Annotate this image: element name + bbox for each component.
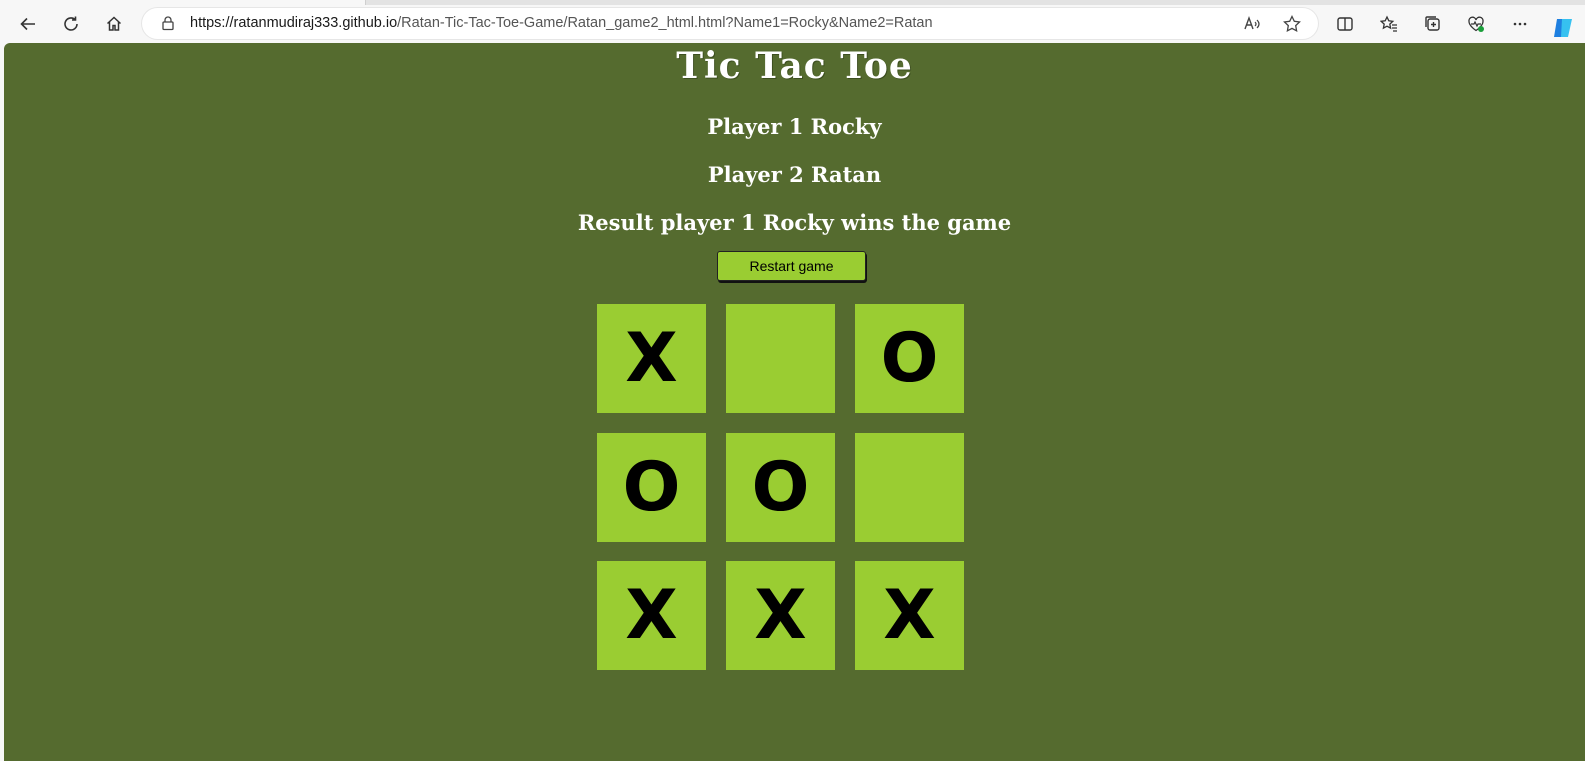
split-screen-icon <box>1337 17 1353 31</box>
settings-more-button[interactable] <box>1505 9 1535 39</box>
lock-icon[interactable] <box>160 15 176 31</box>
more-dots-icon <box>1513 22 1527 26</box>
board-cell-5[interactable]: O <box>726 433 835 542</box>
restart-game-button[interactable]: Restart game <box>717 251 866 281</box>
board-cell-7[interactable]: X <box>597 561 706 670</box>
back-arrow-icon <box>20 17 35 31</box>
url-path: /Ratan-Tic-Tac-Toe-Game/Ratan_game2_html… <box>397 15 933 31</box>
board-cell-2[interactable] <box>726 304 835 413</box>
split-screen-button[interactable] <box>1330 9 1360 39</box>
browser-toolbar: https://ratanmudiraj333.github.io/Ratan-… <box>0 5 1585 43</box>
board-cell-6[interactable] <box>855 433 964 542</box>
board-cell-9[interactable]: X <box>855 561 964 670</box>
board-cell-1[interactable]: X <box>597 304 706 413</box>
url-text[interactable]: https://ratanmudiraj333.github.io/Ratan-… <box>190 15 933 31</box>
board-cell-8[interactable]: X <box>726 561 835 670</box>
favorites-icon <box>1380 15 1397 32</box>
player1-label: Player 1 Rocky <box>707 114 882 139</box>
read-aloud-button[interactable] <box>1242 14 1262 34</box>
game-page: Tic Tac Toe Player 1 Rocky Player 2 Rata… <box>4 43 1585 761</box>
board-cell-4[interactable]: O <box>597 433 706 542</box>
player2-label: Player 2 Ratan <box>707 162 882 187</box>
browser-essentials-button[interactable] <box>1461 9 1491 39</box>
favorites-button[interactable] <box>1374 9 1404 39</box>
favorite-star-button[interactable] <box>1282 14 1302 34</box>
heart-pulse-icon <box>1468 16 1484 32</box>
star-icon <box>1283 14 1301 32</box>
back-button[interactable] <box>13 9 43 39</box>
home-icon <box>106 16 122 31</box>
read-aloud-icon <box>1244 15 1260 30</box>
copilot-icon[interactable] <box>1551 16 1575 40</box>
address-bar[interactable]: https://ratanmudiraj333.github.io/Ratan-… <box>142 8 1318 39</box>
collections-icon <box>1425 16 1440 31</box>
result-label: Result player 1 Rocky wins the game <box>577 210 1012 235</box>
collections-button[interactable] <box>1418 9 1448 39</box>
refresh-button[interactable] <box>56 9 86 39</box>
board-cell-3[interactable]: O <box>855 304 964 413</box>
page-title: Tic Tac Toe <box>676 45 913 87</box>
refresh-icon <box>64 16 78 31</box>
home-button[interactable] <box>99 9 129 39</box>
url-host: https://ratanmudiraj333.github.io <box>190 15 398 31</box>
